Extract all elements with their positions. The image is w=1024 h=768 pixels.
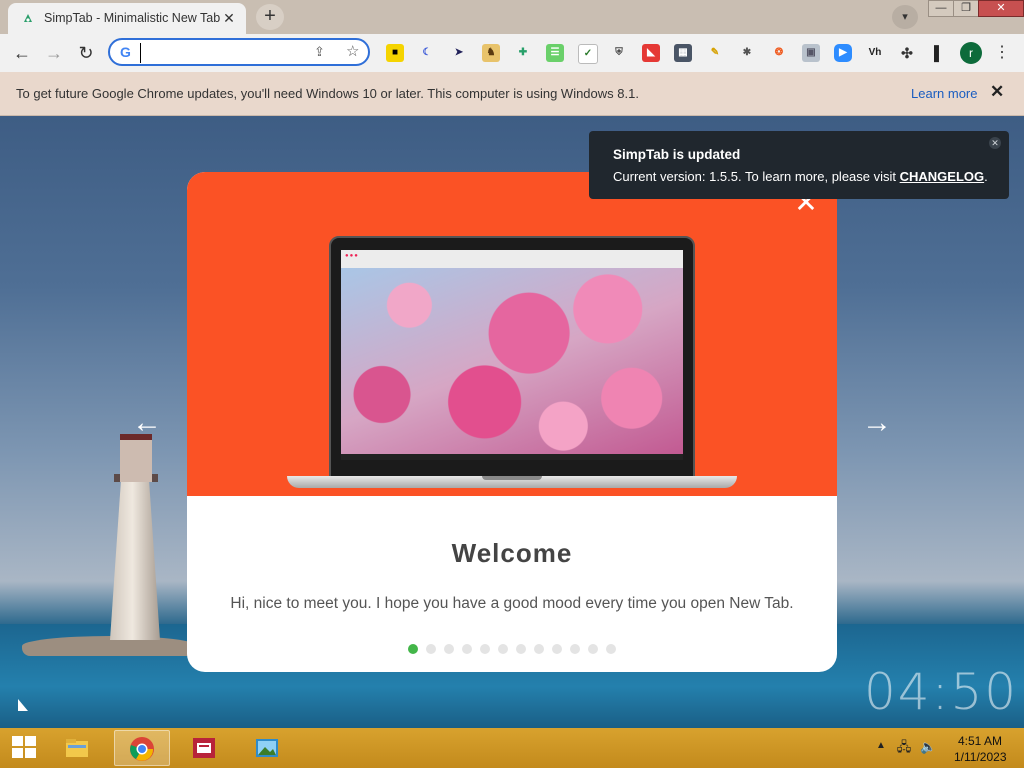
window-controls: — ❐ ✕	[928, 0, 1024, 18]
browser-tab[interactable]: SimpTab - Minimalistic New Tab ✕	[8, 3, 246, 34]
google-icon: G	[120, 44, 131, 60]
tray-time[interactable]: 4:51 AM	[958, 734, 1002, 748]
laptop-notch	[482, 476, 542, 480]
image-icon[interactable]: ▣	[802, 44, 820, 62]
dog-extension-icon[interactable]: ♞	[482, 44, 500, 62]
changelog-link[interactable]: CHANGELOG	[900, 169, 985, 184]
infobar-close-icon[interactable]: ✕	[990, 82, 1004, 102]
shield-icon[interactable]: ⛨	[610, 44, 628, 62]
cursor-icon[interactable]: ➤	[450, 44, 468, 62]
simptab-favicon-icon	[24, 14, 32, 22]
infobar-message: To get future Google Chrome updates, you…	[16, 86, 639, 101]
tab-search-button[interactable]: ▾	[892, 5, 918, 29]
back-button[interactable]: ←	[10, 41, 34, 65]
pencil-icon[interactable]: ✎	[706, 44, 724, 62]
reload-button[interactable]: ↻	[74, 41, 98, 65]
toast-message-prefix: Current version: 1.5.5. To learn more, p…	[613, 169, 900, 184]
maximize-button[interactable]: ❐	[953, 0, 979, 17]
clock: 04:50	[864, 663, 1019, 721]
photo-footer-strip	[341, 454, 683, 460]
cherry-blossom-photo	[341, 268, 683, 454]
zoom-icon[interactable]: ▶	[834, 44, 852, 62]
file-explorer-icon[interactable]	[50, 730, 106, 766]
pagination-dots	[408, 644, 618, 656]
next-slide-arrow-icon[interactable]: →	[862, 408, 892, 438]
pagination-dot[interactable]	[498, 644, 508, 654]
modal-hero: ●●● ✕	[187, 172, 837, 496]
vh-icon[interactable]: Vh	[866, 44, 884, 62]
forward-button[interactable]: →	[42, 41, 66, 65]
new-tab-page: 04:50 ← → ●●● ✕ Welcome Hi, nice to meet…	[0, 116, 1024, 728]
modal-title: Welcome	[451, 538, 573, 568]
tab-strip: SimpTab - Minimalistic New Tab ✕ + ▾ — ❐…	[0, 0, 1024, 34]
laptop-illustration: ●●●	[329, 236, 695, 478]
modal-text: Hi, nice to meet you. I hope you have a …	[230, 595, 794, 612]
pagination-dot[interactable]	[534, 644, 544, 654]
pagination-dot[interactable]	[408, 644, 418, 654]
toast-title: SimpTab is updated	[613, 147, 741, 162]
close-window-button[interactable]: ✕	[978, 0, 1024, 17]
pagination-dot[interactable]	[426, 644, 436, 654]
address-bar[interactable]: G ⇪ ☆	[108, 38, 370, 66]
pagination-dot[interactable]	[588, 644, 598, 654]
tab-title: SimpTab - Minimalistic New Tab	[44, 11, 221, 25]
pagination-dot[interactable]	[606, 644, 616, 654]
omnibox-input[interactable]	[140, 43, 295, 63]
pagination-dot[interactable]	[480, 644, 490, 654]
previous-slide-arrow-icon[interactable]: ←	[132, 408, 162, 438]
bookmark-star-icon[interactable]: ☆	[346, 42, 359, 60]
bug-icon[interactable]: ✱	[738, 44, 756, 62]
toast-message-suffix: .	[984, 169, 988, 184]
check-list-icon[interactable]: ✓	[578, 44, 598, 64]
sidebar-icon[interactable]: ▌	[930, 44, 948, 62]
pagination-dot[interactable]	[462, 644, 472, 654]
toast-message: Current version: 1.5.5. To learn more, p…	[613, 169, 988, 184]
welcome-modal: ●●● ✕ Welcome Hi, nice to meet you. I ho…	[187, 172, 837, 672]
puzzle-green-icon[interactable]: ✚	[514, 44, 532, 62]
minimize-button[interactable]: —	[928, 0, 954, 17]
pagination-dot[interactable]	[516, 644, 526, 654]
update-toast: SimpTab is updated Current version: 1.5.…	[589, 131, 1009, 199]
windows-taskbar: ▲ 🖧 🔈 4:51 AM 1/11/2023	[0, 728, 1024, 768]
pagination-dot[interactable]	[444, 644, 454, 654]
chrome-menu-icon[interactable]: ⋮	[994, 42, 1010, 64]
laptop-browser-chrome: ●●●	[341, 250, 683, 268]
new-tab-button[interactable]: +	[256, 4, 284, 30]
share-icon[interactable]: ⇪	[314, 44, 325, 60]
learn-more-link[interactable]: Learn more	[911, 86, 977, 101]
tray-date[interactable]: 1/11/2023	[954, 750, 1007, 764]
lighthouse-rock	[22, 636, 198, 656]
grammarly-icon[interactable]: ☾	[418, 44, 436, 62]
volume-icon[interactable]: 🔈	[920, 739, 936, 755]
photos-icon[interactable]	[240, 730, 296, 766]
colorful-fox-icon[interactable]: ❂	[770, 44, 788, 62]
calculator-icon[interactable]: ▦	[674, 44, 692, 62]
lighthouse-tower	[110, 480, 160, 640]
tab-close-icon[interactable]: ✕	[220, 9, 238, 27]
red-arrow-icon[interactable]: ◣	[642, 44, 660, 62]
tray-overflow-icon[interactable]: ▲	[876, 740, 886, 751]
reader-app-icon[interactable]	[177, 730, 233, 766]
toast-close-icon[interactable]: ✕	[989, 137, 1001, 149]
extensions-puzzle-icon[interactable]: ✣	[898, 44, 916, 62]
network-icon[interactable]: 🖧	[896, 739, 912, 755]
profile-avatar[interactable]: r	[960, 42, 982, 64]
subtitles-icon[interactable]: ☰	[546, 44, 564, 62]
windows-start-icon[interactable]	[12, 736, 38, 760]
pagination-dot[interactable]	[552, 644, 562, 654]
pagination-dot[interactable]	[570, 644, 580, 654]
lighthouse-lantern	[120, 434, 152, 482]
vocab-builder-icon[interactable]: ■	[386, 44, 404, 62]
browser-toolbar: ← → ↻ G ⇪ ☆ ■ ☾ ➤ ♞ ✚ ☰ ✓ ⛨ ◣ ▦ ✎ ✱ ❂ ▣ …	[0, 34, 1024, 72]
chrome-icon[interactable]	[114, 730, 170, 766]
update-infobar: To get future Google Chrome updates, you…	[0, 72, 1024, 116]
